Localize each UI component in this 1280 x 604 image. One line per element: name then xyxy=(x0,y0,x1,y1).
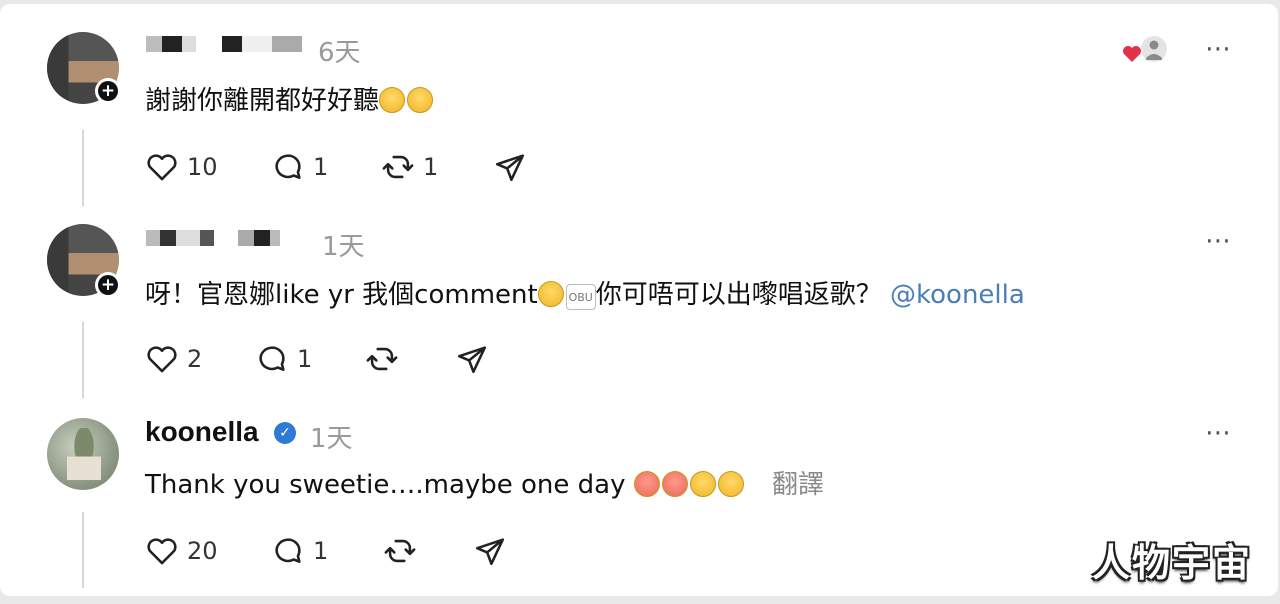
comment-bubble-icon xyxy=(275,538,301,563)
share-button[interactable] xyxy=(455,342,489,376)
thread-line xyxy=(82,130,84,206)
like-button[interactable]: 2 xyxy=(145,342,202,376)
repost-icon xyxy=(366,347,398,371)
repost-icon xyxy=(384,539,416,563)
timestamp: 1天 xyxy=(310,424,353,454)
blurred-username xyxy=(146,34,302,54)
thread-line xyxy=(82,322,84,398)
follow-plus-icon[interactable]: + xyxy=(95,78,121,104)
send-icon xyxy=(495,154,525,182)
more-options-icon[interactable]: ⋯ xyxy=(1205,34,1232,64)
follow-plus-icon[interactable]: + xyxy=(95,272,121,298)
comment-text: 謝謝你離開都好好聽 xyxy=(145,80,435,117)
comment-text: Thank you sweetie….maybe one day 翻譯 xyxy=(145,470,825,500)
pleading-face-emoji xyxy=(379,87,406,113)
blurred-username xyxy=(146,228,280,248)
comment-text: 呀！官恩娜like yr 我個comment OBU 你可唔可以出嚟唱返歌？ @ko… xyxy=(145,280,1025,310)
repost-button[interactable]: 1 xyxy=(381,150,438,184)
like-button[interactable]: 20 xyxy=(145,534,218,568)
more-options-icon[interactable]: ⋯ xyxy=(1205,226,1232,256)
heart-icon xyxy=(147,346,177,373)
reply-button[interactable]: 1 xyxy=(255,342,312,376)
thread-line xyxy=(82,512,84,588)
heart-icon xyxy=(147,154,177,181)
smiling-face-emoji xyxy=(717,471,744,497)
send-icon xyxy=(475,538,505,566)
send-icon xyxy=(457,346,487,374)
like-button[interactable]: 10 xyxy=(145,150,218,184)
avatar-photo xyxy=(67,428,101,480)
comment-thread-card: + 6天 ⋯ 謝謝你離開都好好聽 10 1 1 + 1天 ⋯ 呀！官恩娜like… xyxy=(0,4,1278,596)
pleading-face-emoji xyxy=(407,87,434,113)
mention-link[interactable]: @koonella xyxy=(890,280,1025,310)
translate-link[interactable]: 翻譯 xyxy=(772,470,824,500)
timestamp: 1天 xyxy=(322,232,365,262)
repost-icon xyxy=(382,155,414,179)
more-options-icon[interactable]: ⋯ xyxy=(1205,418,1232,448)
repost-button[interactable] xyxy=(383,534,417,568)
pleading-face-emoji xyxy=(537,281,564,307)
partying-face-emoji xyxy=(633,471,660,497)
share-button[interactable] xyxy=(493,150,527,184)
timestamp: 6天 xyxy=(318,38,361,68)
heart-icon xyxy=(147,538,177,565)
comment-bubble-icon xyxy=(259,346,285,371)
repost-button[interactable] xyxy=(365,342,399,376)
username[interactable]: koonella xyxy=(145,416,259,448)
reply-button[interactable]: 1 xyxy=(271,534,328,568)
verified-badge-icon: ✓ xyxy=(274,422,296,444)
comment-bubble-icon xyxy=(275,154,301,179)
share-button[interactable] xyxy=(473,534,507,568)
watermark: 人物宇宙 xyxy=(1092,541,1253,585)
reply-button[interactable]: 1 xyxy=(271,150,328,184)
smiling-face-emoji xyxy=(689,471,716,497)
liked-by-creator-icon xyxy=(1123,36,1167,62)
partying-face-emoji xyxy=(661,471,688,497)
avatar[interactable] xyxy=(47,418,119,490)
broken-emoji-placeholder: OBU xyxy=(565,284,596,310)
